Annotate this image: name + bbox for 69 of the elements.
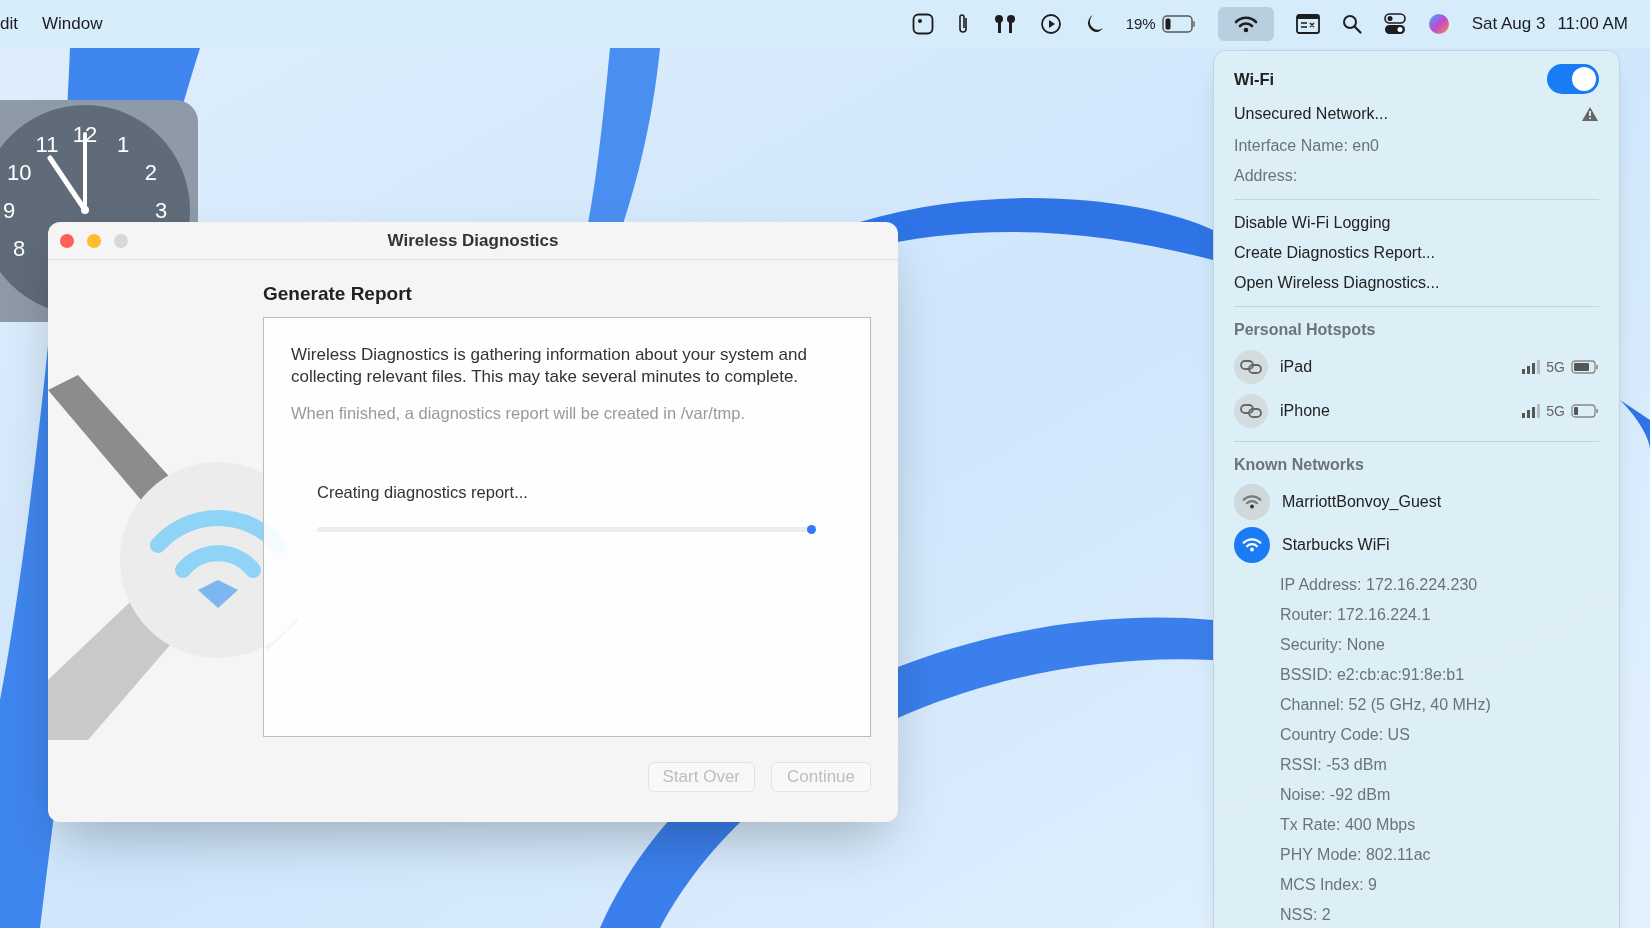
hotspot-row[interactable]: iPhone 5G	[1234, 389, 1599, 433]
menu-item[interactable]: Open Wireless Diagnostics...	[1234, 268, 1599, 298]
network-wifi-icon	[1234, 483, 1270, 520]
section-heading: Generate Report	[263, 282, 413, 306]
signal-icon	[1522, 360, 1541, 374]
search-icon[interactable]	[1341, 14, 1362, 34]
wifi-menu-button[interactable]	[1217, 7, 1274, 41]
menu-item[interactable]: dit	[0, 11, 18, 37]
menu-bar-date[interactable]: Sat Aug 3	[1471, 11, 1546, 37]
toggles-icon[interactable]	[1383, 13, 1406, 35]
hotspot-link-icon	[1234, 394, 1268, 428]
clock-numeral: 12	[72, 120, 98, 149]
wifi-icon	[1233, 15, 1258, 33]
network-detail: NSS: 2	[1280, 905, 1332, 925]
network-name: Starbucks WiFi	[1282, 534, 1390, 555]
network-row[interactable]: MarriottBonvoy_Guest	[1234, 480, 1599, 523]
description-text: Wireless Diagnostics is gathering information about your system and collecting relevant files. This may take several minutes to complete.	[291, 343, 808, 388]
clock-numeral: 10	[6, 158, 32, 187]
network-detail: Security: None	[1280, 635, 1386, 655]
warning-icon	[1581, 106, 1599, 122]
info-text: Address:	[1234, 166, 1299, 186]
network-row[interactable]: Starbucks WiFi	[1234, 523, 1599, 566]
band-label: 5G	[1546, 357, 1565, 377]
menu-item[interactable]: Create Diagnostics Report...	[1234, 238, 1599, 268]
wifi-title: Wi-Fi	[1234, 68, 1275, 90]
menu-bar-time[interactable]: 11:00 AM	[1557, 11, 1628, 37]
app-icon[interactable]	[911, 13, 934, 35]
clock-numeral: 9	[2, 196, 16, 225]
network-detail: Noise: -92 dBm	[1280, 785, 1392, 805]
network-detail: Country Code: US	[1280, 725, 1411, 745]
clock-numeral: 8	[13, 234, 26, 263]
assistant-orb-icon[interactable]	[1427, 13, 1450, 35]
menu-item[interactable]: Disable Wi-Fi Logging	[1234, 208, 1599, 238]
clock-numeral: 3	[154, 196, 168, 225]
hotspot-name: iPhone	[1280, 401, 1330, 421]
battery-icon	[1571, 404, 1599, 418]
section-heading: Known Networks	[1234, 455, 1365, 475]
clock-numeral: 2	[144, 158, 157, 187]
hotspot-name: iPad	[1280, 357, 1313, 377]
network-wifi-icon	[1234, 526, 1270, 563]
section-heading: Personal Hotspots	[1234, 320, 1377, 340]
network-detail: PHY Mode: 802.11ac	[1280, 845, 1432, 865]
battery-icon	[1571, 360, 1599, 374]
hotspot-link-icon	[1234, 350, 1268, 384]
play-icon[interactable]	[1039, 13, 1062, 35]
network-detail: MCS Index: 9	[1280, 875, 1378, 895]
clock-numeral: 11	[35, 130, 59, 159]
window-icon[interactable]	[1295, 14, 1320, 34]
battery-icon[interactable]	[1161, 15, 1196, 33]
network-detail: Router: 172.16.224.1	[1280, 605, 1432, 625]
network-detail: IP Address: 172.16.224.230	[1280, 575, 1479, 595]
network-detail: RSSI: -53 dBm	[1280, 755, 1388, 775]
wifi-toggle[interactable]	[1547, 64, 1599, 94]
network-detail: Channel: 52 (5 GHz, 40 MHz)	[1280, 695, 1492, 715]
window-title: Wireless Diagnostics	[387, 229, 559, 252]
menu-item[interactable]: Window	[41, 11, 103, 37]
clock-numeral: 1	[116, 130, 130, 159]
close-button[interactable]	[60, 233, 74, 248]
network-detail: BSSID: e2:cb:ac:91:8e:b1	[1280, 665, 1466, 685]
info-text: Interface Name: en0	[1234, 136, 1380, 156]
status-text: Creating diagnostics report...	[317, 482, 528, 501]
note-text: When finished, a diagnostics report will be created in /var/tmp.	[291, 402, 746, 424]
band-label: 5G	[1546, 401, 1565, 421]
signal-icon	[1522, 404, 1541, 418]
battery-percentage: 19%	[1125, 13, 1156, 34]
menu-item[interactable]: Unsecured Network...	[1234, 102, 1388, 126]
network-detail: Tx Rate: 400 Mbps	[1280, 815, 1417, 835]
network-name: MarriottBonvoy_Guest	[1282, 491, 1442, 512]
hotspot-row[interactable]: iPad 5G	[1234, 345, 1599, 389]
